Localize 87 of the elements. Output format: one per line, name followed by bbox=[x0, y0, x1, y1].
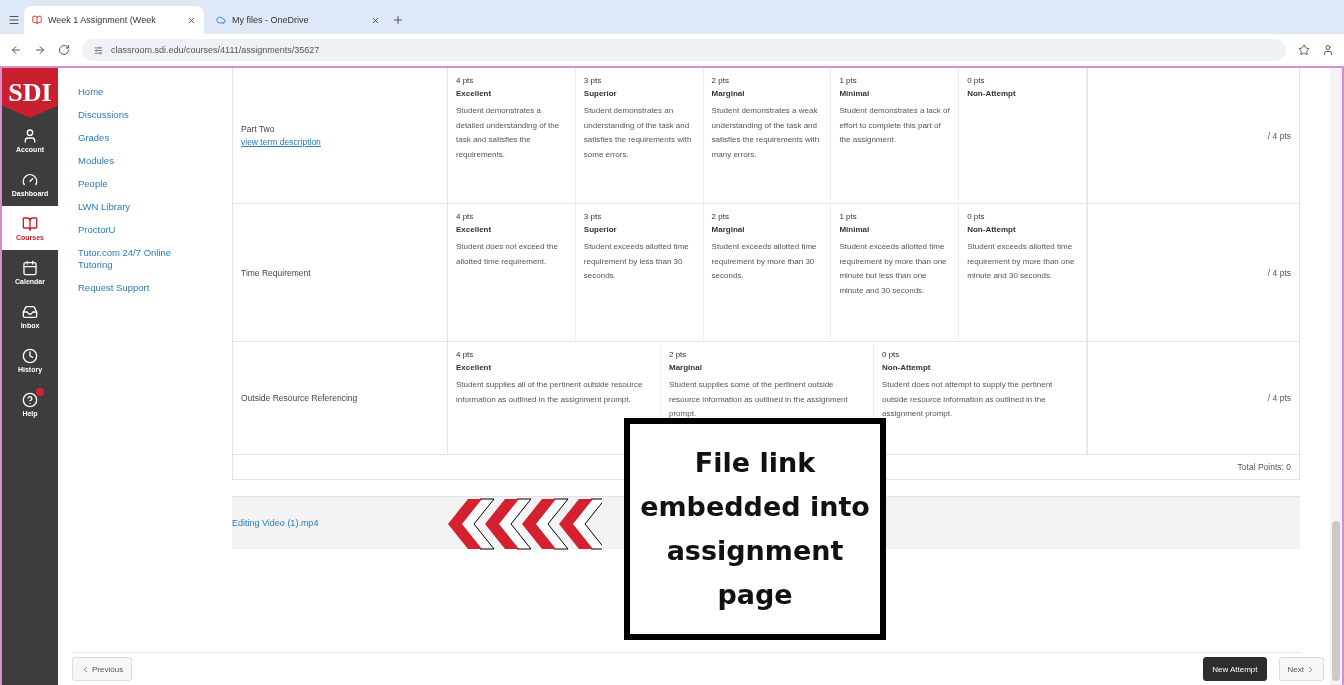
calendar-icon bbox=[22, 259, 38, 276]
course-nav-link[interactable]: Discussions bbox=[78, 109, 188, 121]
score-cell-text: / 4 pts bbox=[1266, 266, 1292, 280]
rating-description: Student does not attempt to supply the pertinent outside resource information as outlined in the assignment prompt. bbox=[882, 379, 1054, 420]
rating-description: Student exceeds allotted time requirement by more than one minute and 30 seconds. bbox=[967, 241, 1076, 282]
profile-icon[interactable] bbox=[1322, 44, 1334, 56]
rating-description: Student exceeds allotted time requirement by less than 30 seconds. bbox=[583, 241, 690, 282]
new-tab-icon[interactable] bbox=[392, 14, 404, 26]
rating-title: Non-Attempt bbox=[967, 88, 1017, 100]
rating-points: 4 pts bbox=[456, 75, 475, 87]
rating-points: 1 pts bbox=[839, 75, 858, 87]
help-icon bbox=[22, 391, 38, 408]
reload-icon[interactable] bbox=[58, 44, 70, 56]
course-nav-link[interactable]: LWN Library bbox=[78, 201, 188, 213]
chevron-right-icon bbox=[1306, 664, 1315, 674]
rating-title: Excellent bbox=[456, 88, 493, 100]
logo[interactable]: SDI bbox=[2, 68, 58, 118]
course-nav-link[interactable]: Modules bbox=[78, 155, 188, 167]
rating-title: Superior bbox=[583, 88, 618, 100]
criterion-name: Time Requirement bbox=[241, 267, 312, 278]
total-points: Total Points: 0 bbox=[1237, 462, 1291, 472]
rating-points: 0 pts bbox=[967, 211, 986, 223]
rating-title: Superior bbox=[583, 224, 618, 236]
rating-title: Excellent bbox=[456, 224, 493, 236]
rating-description: Student demonstrates an understanding of the task and satisfies the requirements with some errors. bbox=[583, 105, 693, 161]
clock-icon bbox=[22, 347, 38, 364]
new-attempt-button[interactable]: New Attempt bbox=[1203, 657, 1267, 681]
rating-title: Non-Attempt bbox=[967, 224, 1017, 236]
scrollbar[interactable] bbox=[1330, 68, 1342, 685]
course-nav-link[interactable]: Grades bbox=[78, 132, 188, 144]
rating-description: Student supplies some of the pertinent outside resource information as outlined in the assignment prompt. bbox=[669, 379, 849, 420]
rating-description: Student exceeds allotted time requirement by more than 30 seconds. bbox=[711, 241, 818, 282]
rating-title: Minimal bbox=[839, 88, 871, 100]
rating-points: 2 pts bbox=[711, 75, 730, 87]
rating-points: 4 pts bbox=[456, 211, 475, 223]
rating-title: Marginal bbox=[711, 88, 746, 100]
gauge-icon bbox=[22, 171, 38, 188]
chevron-left-icon bbox=[81, 664, 90, 674]
address-field[interactable]: classroom.sdi.edu/courses/4111/assignments/35627 bbox=[82, 39, 1286, 61]
book-icon bbox=[22, 215, 38, 232]
course-nav-link[interactable]: Request Support bbox=[78, 282, 188, 294]
tab-menu-icon[interactable] bbox=[8, 14, 20, 26]
rating-title: Excellent bbox=[456, 362, 493, 374]
rating-points: 4 pts bbox=[456, 349, 475, 361]
browser-tab[interactable]: Week 1 Assignment (Week bbox=[24, 6, 204, 34]
course-nav-link[interactable]: People bbox=[78, 178, 188, 190]
rating-title: Non-Attempt bbox=[882, 362, 932, 374]
course-nav-link[interactable]: Tutor.com 24/7 Online Tutoring bbox=[78, 247, 188, 271]
rating-description: Student supplies all of the pertinent outside resource information as outlined in the assignment prompt. bbox=[456, 379, 644, 406]
callout-note: File link embedded into assignment page bbox=[624, 418, 886, 640]
rating-title: Marginal bbox=[711, 224, 746, 236]
browser-tab[interactable]: My files - OneDrive bbox=[208, 6, 388, 34]
score-cell-text: / 4 pts bbox=[1266, 392, 1292, 405]
rating-points: 0 pts bbox=[967, 75, 986, 87]
rating-description: Student exceeds allotted time requirement by more than one minute but less than one minute and 30 seconds. bbox=[839, 241, 948, 297]
score-cell-text: / 4 pts bbox=[1266, 129, 1292, 143]
rating-description: Student demonstrates a weak understanding of the task and satisfies the requirements with many errors. bbox=[711, 105, 821, 161]
rating-title: Minimal bbox=[839, 224, 871, 236]
rating-title: Marginal bbox=[669, 362, 703, 374]
rating-points: 2 pts bbox=[711, 211, 730, 223]
site-icon bbox=[32, 15, 42, 25]
back-icon[interactable] bbox=[10, 44, 22, 56]
notification-badge bbox=[36, 388, 44, 396]
person-icon bbox=[22, 127, 38, 144]
rating-description: Student demonstrates a lack of effort to complete this part of the assignment. bbox=[839, 105, 951, 146]
course-nav-link[interactable]: ProctorU bbox=[78, 224, 188, 236]
criterion-name: Outside Resource Referencing bbox=[241, 393, 359, 403]
rating-points: 3 pts bbox=[583, 75, 603, 87]
cloud-icon bbox=[216, 15, 226, 25]
description-link[interactable]: view term description bbox=[241, 137, 321, 147]
inbox-icon bbox=[22, 303, 38, 320]
star-icon[interactable] bbox=[1298, 44, 1310, 56]
close-icon[interactable] bbox=[187, 15, 196, 25]
rating-points: 3 pts bbox=[583, 211, 603, 223]
rating-points: 2 pts bbox=[669, 349, 688, 361]
criterion-name: Part Two bbox=[241, 124, 276, 134]
rating-points: 1 pts bbox=[839, 211, 858, 223]
close-icon[interactable] bbox=[371, 15, 380, 25]
rating-description: Student does not exceed the allotted time requirement. bbox=[456, 241, 559, 268]
forward-icon[interactable] bbox=[34, 44, 46, 56]
course-nav-link[interactable]: Home bbox=[78, 86, 188, 98]
next-button[interactable]: Next bbox=[1278, 657, 1324, 681]
site-settings-icon[interactable] bbox=[94, 45, 103, 55]
previous-button[interactable]: Previous bbox=[72, 657, 133, 681]
file-link[interactable]: Editing Video (1).mp4 bbox=[232, 518, 319, 528]
rating-points: 0 pts bbox=[882, 349, 901, 361]
rating-description: Student demonstrates a detailed understanding of the task and satisfies the requirements. bbox=[456, 105, 561, 161]
